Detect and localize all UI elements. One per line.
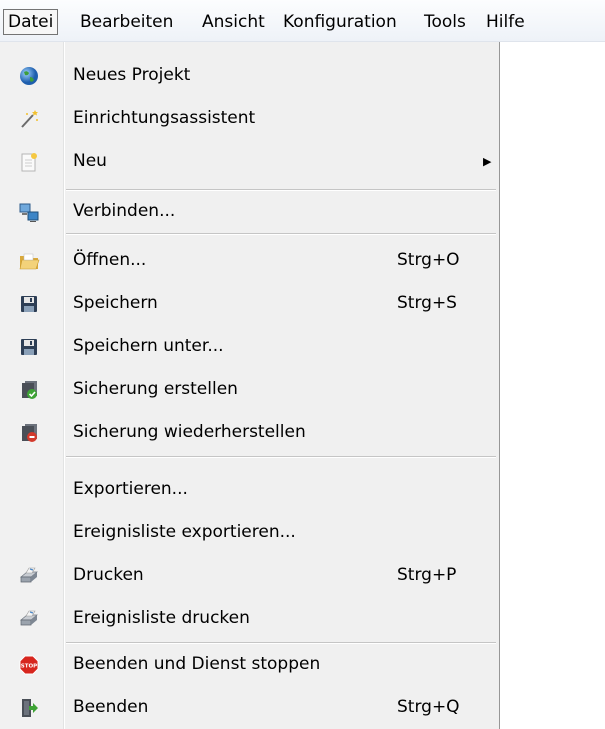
menu-item-label: Neues Projekt	[73, 65, 191, 85]
menu-item-neues-projekt[interactable]: Neues Projekt	[0, 54, 500, 97]
menu-item-label: Sicherung wiederherstellen	[73, 422, 306, 442]
menu-item-label: Verbinden...	[73, 201, 176, 221]
menu-item-sicherung-erstellen[interactable]: Sicherung erstellen	[0, 368, 500, 411]
floppy-disk-icon	[18, 293, 40, 315]
shortcut-text: Strg+O	[397, 250, 460, 270]
menu-bar: Datei Bearbeiten Ansicht Konfiguration T…	[0, 0, 605, 42]
printer-icon	[18, 608, 40, 630]
menu-konfiguration[interactable]: Konfiguration	[279, 9, 401, 35]
menu-item-label: Einrichtungsassistent	[73, 108, 256, 128]
shortcut-text: Strg+S	[397, 293, 457, 313]
menu-separator	[66, 233, 496, 235]
menu-item-label: Sicherung erstellen	[73, 379, 238, 399]
menu-item-beenden[interactable]: Beenden Strg+Q	[0, 686, 500, 729]
menu-item-label: Beenden	[73, 697, 149, 717]
new-document-icon	[18, 151, 40, 173]
magic-wand-icon	[18, 108, 40, 130]
menu-item-verbinden[interactable]: Verbinden...	[0, 190, 500, 233]
menu-item-exportieren[interactable]: Exportieren...	[0, 468, 500, 511]
menu-item-label: Beenden und Dienst stoppen	[73, 654, 321, 674]
menu-item-label: Neu	[73, 151, 107, 171]
menu-item-label: Drucken	[73, 565, 144, 585]
shortcut-text: Strg+Q	[397, 697, 460, 717]
menu-item-sicherung-wiederherstellen[interactable]: Sicherung wiederherstellen	[0, 411, 500, 454]
menu-hilfe[interactable]: Hilfe	[482, 9, 529, 35]
backup-create-icon	[18, 379, 40, 401]
menu-item-speichern-unter[interactable]: Speichern unter...	[0, 325, 500, 368]
open-folder-icon	[18, 250, 40, 272]
menu-item-oeffnen[interactable]: Öffnen... Strg+O	[0, 239, 500, 282]
menu-item-label: Öffnen...	[73, 250, 147, 270]
menu-tools[interactable]: Tools	[420, 9, 470, 35]
exit-icon	[18, 697, 40, 719]
backup-restore-icon	[18, 422, 40, 444]
menu-item-label: Ereignisliste drucken	[73, 608, 250, 628]
menu-ansicht[interactable]: Ansicht	[198, 9, 269, 35]
menu-item-ereignisliste-exportieren[interactable]: Ereignisliste exportieren...	[0, 511, 500, 554]
datei-dropdown-menu: Neues Projekt Einrichtungsassistent Neu …	[0, 42, 500, 729]
stop-sign-icon: STOP	[18, 654, 40, 676]
menu-separator	[66, 456, 496, 458]
menu-datei[interactable]: Datei	[3, 9, 59, 35]
menu-item-label: Speichern	[73, 293, 158, 313]
menu-item-drucken[interactable]: Drucken Strg+P	[0, 554, 500, 597]
printer-icon	[18, 565, 40, 587]
menu-item-beenden-und-dienst-stoppen[interactable]: STOP Beenden und Dienst stoppen	[0, 643, 500, 686]
floppy-disk-icon	[18, 336, 40, 358]
submenu-arrow-icon: ▶	[483, 155, 492, 168]
network-connect-icon	[18, 201, 40, 223]
menu-bearbeiten[interactable]: Bearbeiten	[76, 9, 177, 35]
shortcut-text: Strg+P	[397, 565, 457, 585]
menu-item-label: Exportieren...	[73, 479, 188, 499]
menu-item-ereignisliste-drucken[interactable]: Ereignisliste drucken	[0, 597, 500, 640]
globe-icon	[18, 65, 40, 87]
menu-item-einrichtungsassistent[interactable]: Einrichtungsassistent	[0, 97, 500, 140]
menu-item-label: Speichern unter...	[73, 336, 224, 356]
svg-text:STOP: STOP	[21, 664, 37, 670]
menu-item-neu[interactable]: Neu ▶	[0, 140, 500, 183]
menu-item-label: Ereignisliste exportieren...	[73, 522, 296, 542]
menu-item-speichern[interactable]: Speichern Strg+S	[0, 282, 500, 325]
